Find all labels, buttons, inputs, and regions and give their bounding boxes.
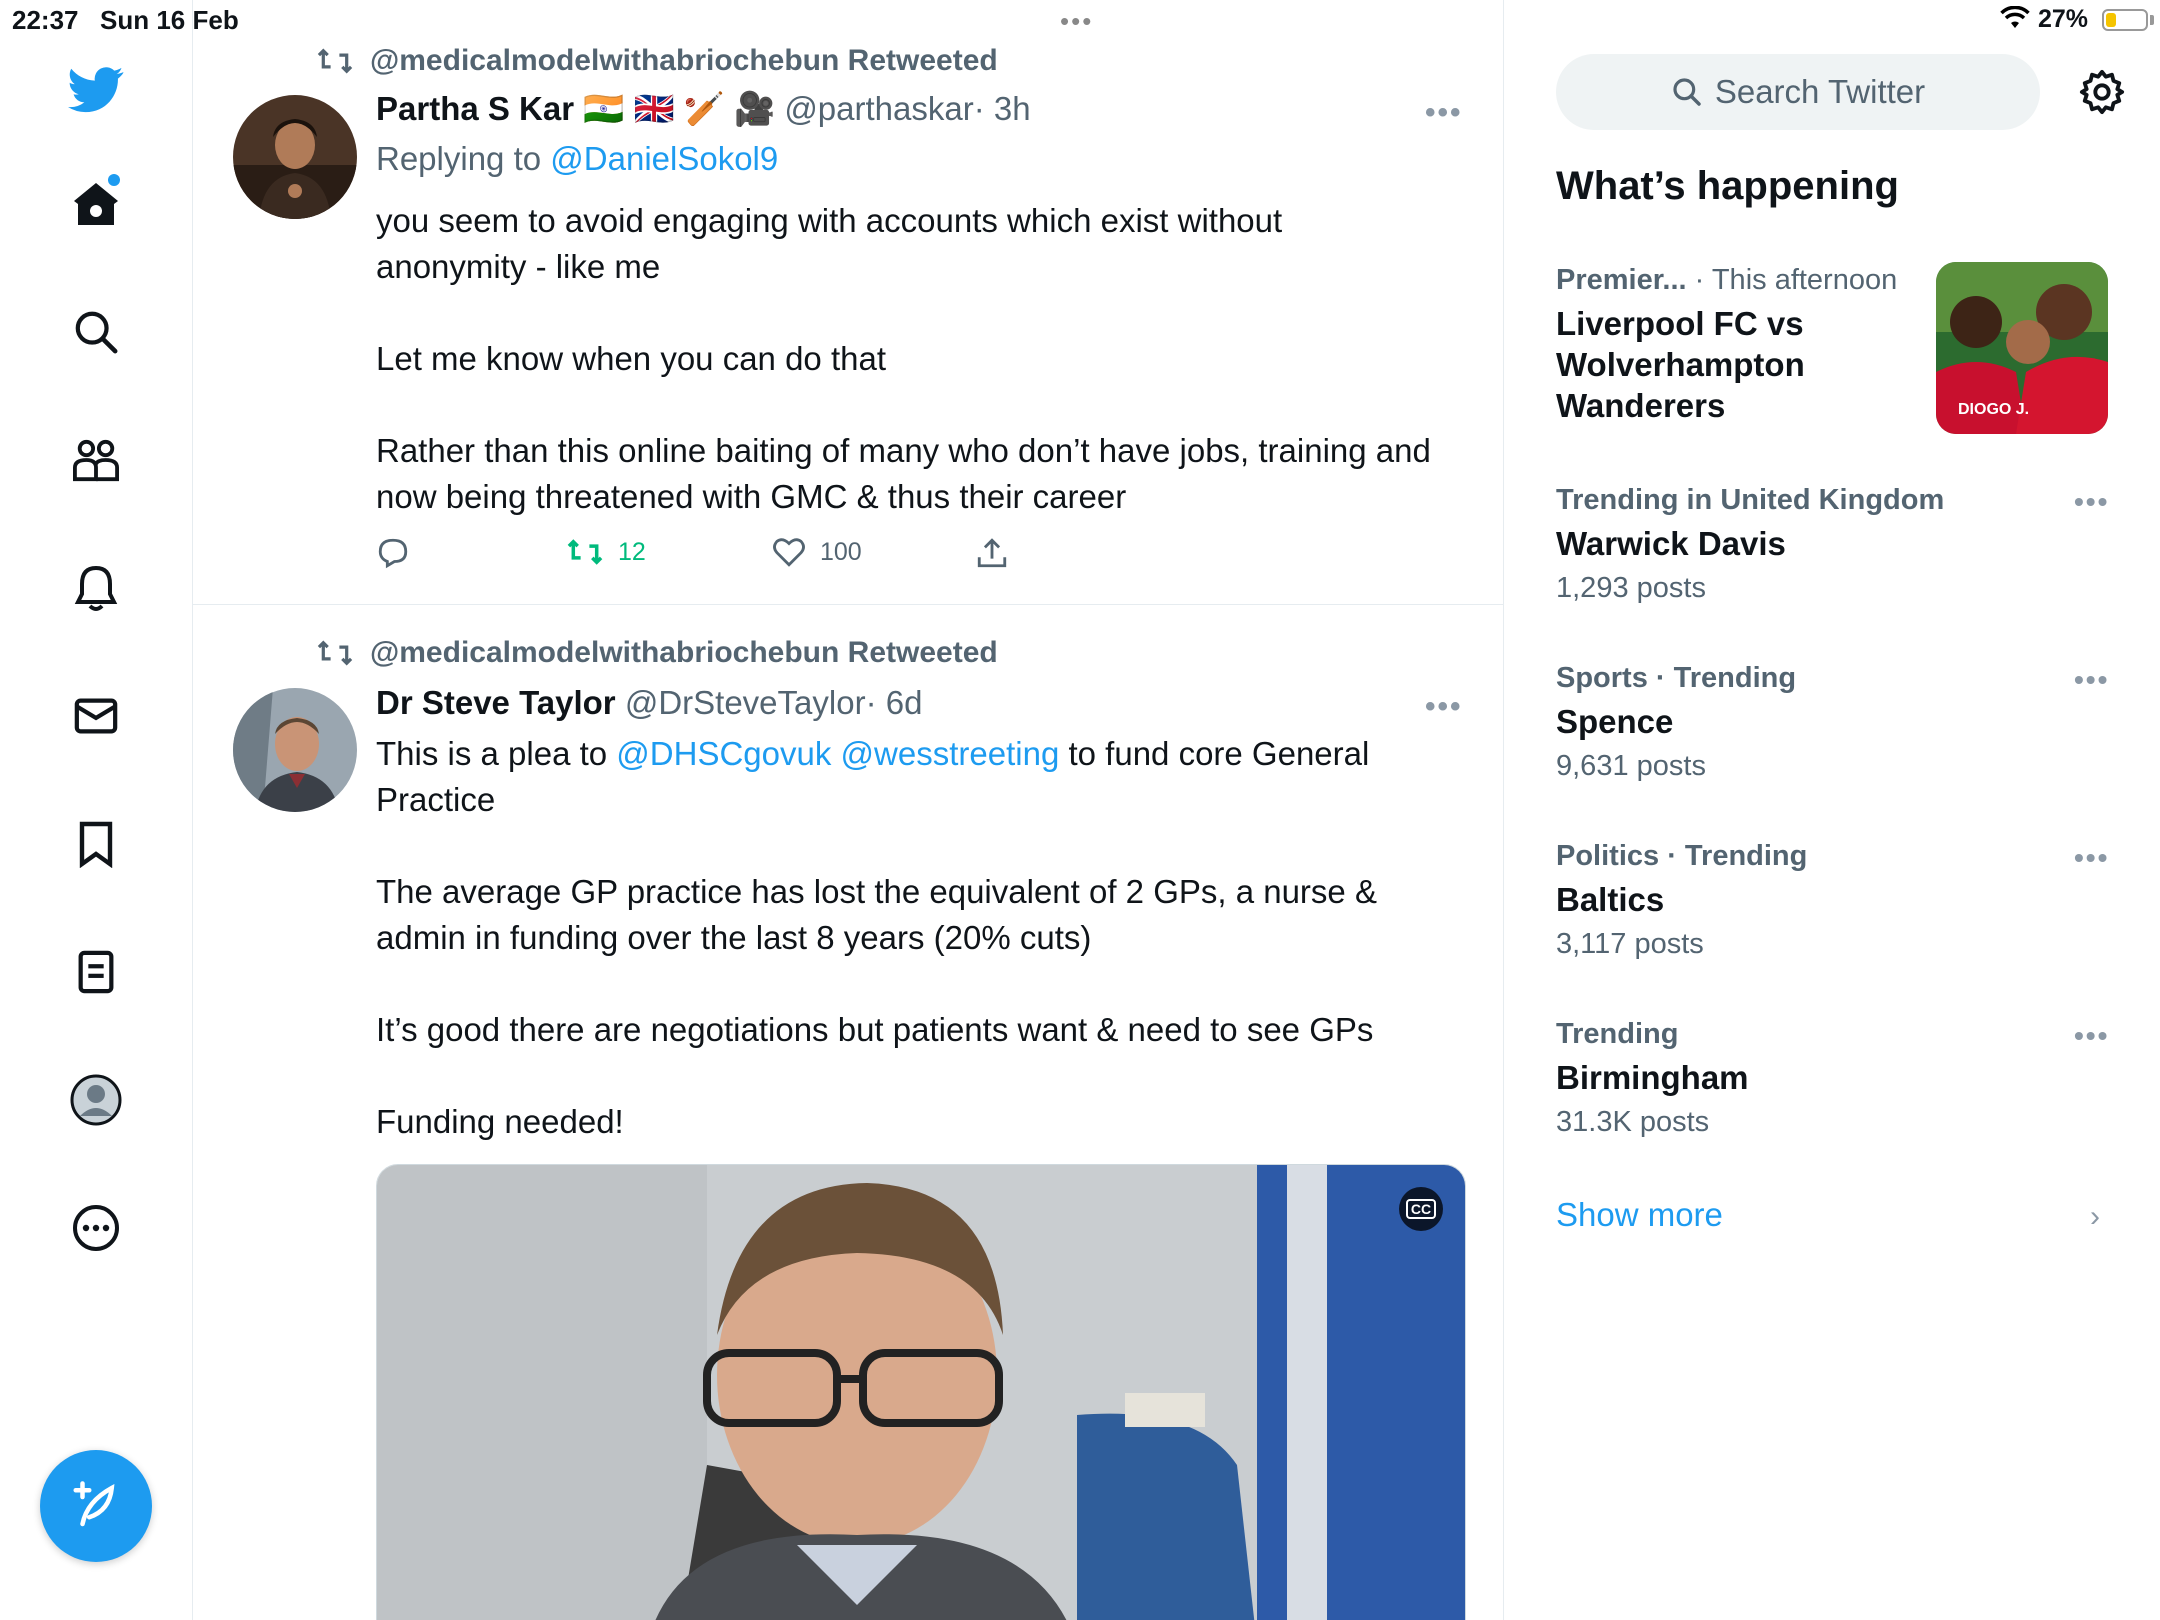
- trend-posts: 9,631 posts: [1556, 750, 1706, 782]
- tweet-video[interactable]: CC: [376, 1164, 1466, 1620]
- trend-meta: Trending: [1556, 1018, 1679, 1050]
- reply-icon: [378, 538, 408, 569]
- tweet-paragraph: Let me know when you can do that: [376, 340, 886, 377]
- search-icon: [1673, 78, 1701, 106]
- avatar[interactable]: [233, 688, 357, 812]
- notifications-icon[interactable]: [64, 556, 128, 620]
- timeline[interactable]: @medicalmodelwithabriochebun Retweeted P…: [193, 0, 1504, 1620]
- tweet-more-icon[interactable]: •••: [1425, 690, 1463, 724]
- trend-posts: 31.3K posts: [1556, 1106, 1710, 1138]
- retweet-count: 12: [618, 537, 646, 566]
- author-handle[interactable]: @DrSteveTaylor: [625, 684, 866, 721]
- featured-trend[interactable]: Premier... · This afternoon Liverpool FC…: [1556, 264, 1936, 426]
- trend-item[interactable]: Trending in United Kingdom Warwick Davis…: [1556, 484, 2116, 605]
- share-icon: [977, 538, 1007, 568]
- replying-to-label: Replying to: [376, 140, 542, 177]
- trend-item[interactable]: Trending Birmingham 31.3K posts: [1556, 1018, 2116, 1139]
- trend-name: Spence: [1556, 703, 1674, 740]
- tweet-paragraph: Funding needed!: [376, 1103, 624, 1140]
- trend-more-icon[interactable]: •••: [2074, 842, 2109, 874]
- trend-category: Premier...: [1556, 264, 1687, 296]
- trend-posts: 3,117 posts: [1556, 928, 1704, 960]
- tweet-paragraph: It’s good there are negotiations but pat…: [376, 1011, 1374, 1048]
- tweet-text: you seem to avoid engaging with accounts…: [376, 198, 1436, 520]
- search-bar[interactable]: Search Twitter: [1556, 54, 2040, 130]
- mention-link[interactable]: @DHSCgovuk: [616, 735, 831, 772]
- author-handle[interactable]: @parthaskar: [784, 90, 973, 127]
- retweeted-by-label[interactable]: @medicalmodelwithabriochebun Retweeted: [370, 44, 998, 78]
- tweet-more-icon[interactable]: •••: [1425, 96, 1463, 130]
- twitter-bird-icon[interactable]: [64, 58, 128, 122]
- retweet-indicator: @medicalmodelwithabriochebun Retweeted: [316, 44, 998, 78]
- retweet-icon: [317, 640, 353, 666]
- trend-item[interactable]: Sports · Trending Spence 9,631 posts: [1556, 662, 2116, 783]
- compose-feather-icon: [73, 1481, 115, 1527]
- featured-trend-image[interactable]: DIOGO J.: [1936, 262, 2108, 434]
- tweet-divider: [193, 604, 1503, 605]
- bookmarks-icon[interactable]: [64, 812, 128, 876]
- tweet-paragraph: Rather than this online baiting of many …: [376, 432, 1431, 515]
- trend-time: · This afternoon: [1694, 264, 1898, 296]
- tweet-paragraph: The average GP practice has lost the equ…: [376, 873, 1377, 956]
- tweet-paragraph: This is a plea to @DHSCgovuk @wesstreeti…: [376, 731, 1436, 823]
- home-notification-dot: [108, 174, 120, 186]
- trend-meta: Sports · Trending: [1556, 662, 1797, 694]
- messages-icon[interactable]: [64, 684, 128, 748]
- video-frame: [377, 1165, 1465, 1620]
- replying-to-handle[interactable]: @DanielSokol9: [550, 140, 778, 177]
- tweet-actions: 12 100: [376, 536, 1076, 576]
- retweeted-by-label[interactable]: @medicalmodelwithabriochebun Retweeted: [370, 636, 998, 670]
- author-name-emoji: 🇮🇳 🇬🇧 🏏 🎥: [583, 90, 776, 127]
- trend-more-icon[interactable]: •••: [2074, 486, 2109, 518]
- image-caption: DIOGO J.: [1958, 401, 2029, 418]
- search-icon[interactable]: [64, 300, 128, 364]
- heart-icon: [773, 538, 805, 567]
- tweet-text-prefix: This is a plea to: [376, 735, 608, 772]
- trend-name: Baltics: [1556, 881, 1665, 918]
- like-button[interactable]: 100: [772, 536, 862, 568]
- right-sidebar: Search Twitter What’s happening Premier.…: [1504, 0, 2160, 1620]
- trend-headline: Liverpool FC vs Wolverhampton Wanderers: [1556, 305, 1805, 424]
- tweet-header: Partha S Kar 🇮🇳 🇬🇧 🏏 🎥 @parthaskar· 3h: [376, 90, 1031, 129]
- whats-happening-title: What’s happening: [1556, 164, 1899, 208]
- settings-gear-icon[interactable]: [2072, 62, 2132, 122]
- tweet-time[interactable]: · 6d: [866, 684, 923, 721]
- share-button[interactable]: [976, 536, 1008, 570]
- trend-posts: 1,293 posts: [1556, 572, 1706, 604]
- reply-button[interactable]: [376, 536, 410, 570]
- tweet-header: Dr Steve Taylor @DrSteveTaylor· 6d: [376, 684, 922, 722]
- avatar[interactable]: [233, 95, 357, 219]
- trend-more-icon[interactable]: •••: [2074, 1020, 2109, 1052]
- profile-icon[interactable]: [64, 1068, 128, 1132]
- retweet-button[interactable]: 12: [566, 536, 646, 568]
- chevron-right-icon[interactable]: ›: [2090, 1200, 2100, 1234]
- trend-name: Warwick Davis: [1556, 525, 1786, 562]
- trend-meta: Trending in United Kingdom: [1556, 484, 1945, 516]
- trend-meta: Politics · Trending: [1556, 840, 1808, 872]
- communities-icon[interactable]: [64, 428, 128, 492]
- left-nav: [0, 0, 193, 1620]
- tweet-time[interactable]: · 3h: [974, 90, 1031, 127]
- captions-label: CC: [1405, 1199, 1437, 1219]
- author-name[interactable]: Dr Steve Taylor: [376, 684, 616, 721]
- lists-icon[interactable]: [64, 940, 128, 1004]
- tweet-text: This is a plea to @DHSCgovuk @wesstreeti…: [376, 731, 1436, 1145]
- author-name[interactable]: Partha S Kar: [376, 90, 574, 127]
- show-more-link[interactable]: Show more: [1556, 1196, 1723, 1234]
- captions-button[interactable]: CC: [1399, 1187, 1443, 1231]
- replying-to: Replying to @DanielSokol9: [376, 140, 778, 178]
- like-count: 100: [820, 537, 862, 566]
- mention-link[interactable]: @wesstreeting: [841, 735, 1060, 772]
- retweet-icon: [567, 539, 603, 565]
- trend-more-icon[interactable]: •••: [2074, 664, 2109, 696]
- retweet-indicator: @medicalmodelwithabriochebun Retweeted: [316, 636, 998, 670]
- trend-item[interactable]: Politics · Trending Baltics 3,117 posts: [1556, 840, 2116, 961]
- more-icon[interactable]: [64, 1196, 128, 1260]
- compose-tweet-button[interactable]: [40, 1450, 152, 1562]
- tweet-paragraph: you seem to avoid engaging with accounts…: [376, 202, 1283, 285]
- search-placeholder: Search Twitter: [1714, 73, 1926, 110]
- retweet-icon: [317, 48, 353, 74]
- trend-name: Birmingham: [1556, 1059, 1749, 1096]
